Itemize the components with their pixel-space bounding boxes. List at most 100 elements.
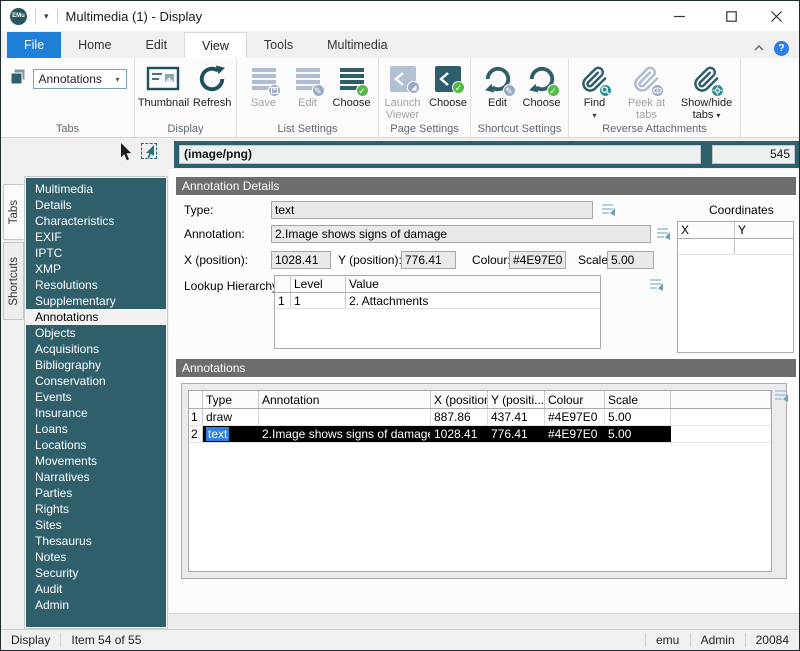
ribbon-group-page-settings: Launch Viewer ✓ Choose Page Settings bbox=[379, 58, 471, 137]
side-tab-tabs[interactable]: Tabs bbox=[3, 184, 24, 240]
find-attachments-button[interactable]: Find ▾ bbox=[574, 63, 616, 122]
y-position-field[interactable]: 776.41 bbox=[401, 251, 456, 269]
sidebar-item[interactable]: Objects bbox=[26, 325, 166, 341]
header-annotation[interactable]: Annotation bbox=[259, 391, 431, 408]
lookup-cell-level[interactable]: 1 bbox=[291, 293, 346, 308]
annotations-table[interactable]: Type Annotation X (position) Y (positi..… bbox=[188, 390, 772, 572]
sidebar-item[interactable]: Sites bbox=[26, 517, 166, 533]
list-edit-button[interactable]: ✎ Edit bbox=[287, 63, 329, 109]
cell-y-position[interactable]: 776.41 bbox=[488, 426, 545, 442]
ribbon-tab[interactable]: File bbox=[7, 32, 61, 58]
lookup-hierarchy-lookup-button[interactable] bbox=[649, 277, 666, 294]
coordinates-cell[interactable] bbox=[678, 239, 735, 254]
cell-colour[interactable]: #4E97E0 bbox=[545, 426, 605, 442]
titlebar-separator bbox=[35, 9, 36, 23]
cell-annotation[interactable]: 2.Image shows signs of damage bbox=[259, 426, 431, 442]
type-field[interactable]: text bbox=[271, 201, 593, 219]
sidebar-item[interactable]: Loans bbox=[26, 421, 166, 437]
sidebar-item[interactable]: Movements bbox=[26, 453, 166, 469]
list-save-button[interactable]: Save bbox=[243, 63, 285, 109]
sidebar-item[interactable]: Insurance bbox=[26, 405, 166, 421]
coordinates-cell[interactable] bbox=[735, 239, 793, 254]
ribbon-tab[interactable]: Multimedia bbox=[310, 32, 404, 58]
ribbon-tab[interactable]: Edit bbox=[129, 32, 185, 58]
sidebar-item[interactable]: Rights bbox=[26, 501, 166, 517]
refresh-button[interactable]: Refresh bbox=[191, 63, 233, 109]
header-x-position[interactable]: X (position) bbox=[431, 391, 488, 408]
sidebar-item[interactable]: Notes bbox=[26, 549, 166, 565]
annotation-field[interactable]: 2.Image shows signs of damage bbox=[271, 225, 651, 243]
annotations-table-row[interactable]: 2 text 2.Image shows signs of damage 102… bbox=[189, 426, 771, 443]
show-hide-tabs-button[interactable]: Show/hide tabs ▾ bbox=[678, 63, 736, 122]
page-choose-button[interactable]: ✓ Choose bbox=[427, 63, 469, 109]
sidebar-item[interactable]: Events bbox=[26, 389, 166, 405]
annotations-table-row[interactable]: 1 draw 887.86 437.41 #4E97E0 5.00 bbox=[189, 409, 771, 426]
sidebar-item[interactable]: Resolutions bbox=[26, 277, 166, 293]
cell-scale[interactable]: 5.00 bbox=[605, 409, 671, 425]
minimize-button[interactable] bbox=[657, 1, 701, 31]
side-tab-shortcuts[interactable]: Shortcuts bbox=[3, 242, 24, 320]
marquee-select-tool-button[interactable] bbox=[139, 141, 159, 161]
sidebar-item[interactable]: Conservation bbox=[26, 373, 166, 389]
cell-annotation[interactable] bbox=[259, 409, 431, 425]
sidebar-item[interactable]: Supplementary bbox=[26, 293, 166, 309]
ribbon-tab[interactable]: Tools bbox=[247, 32, 310, 58]
maximize-button[interactable] bbox=[709, 1, 753, 31]
sidebar-item[interactable]: Bibliography bbox=[26, 357, 166, 373]
tabs-combobox[interactable]: Annotations ▾ bbox=[33, 69, 127, 89]
ribbon-tab[interactable]: View bbox=[184, 32, 247, 58]
close-button[interactable] bbox=[754, 1, 798, 31]
status-item-count: Item 54 of 55 bbox=[61, 633, 151, 647]
chevron-up-icon[interactable] bbox=[753, 43, 765, 53]
sidebar-item[interactable]: Characteristics bbox=[26, 213, 166, 229]
sidebar-item[interactable]: XMP bbox=[26, 261, 166, 277]
sidebar-item[interactable]: IPTC bbox=[26, 245, 166, 261]
ribbon-tab[interactable]: Home bbox=[61, 32, 128, 58]
coordinates-table[interactable]: X Y bbox=[677, 221, 794, 353]
header-y-position[interactable]: Y (positi... bbox=[488, 391, 545, 408]
shortcut-edit-button[interactable]: ✎ Edit bbox=[477, 63, 519, 109]
launch-viewer-button[interactable]: Launch Viewer bbox=[380, 63, 425, 121]
cell-scale[interactable]: 5.00 bbox=[605, 426, 671, 442]
header-scale[interactable]: Scale bbox=[605, 391, 671, 408]
cell-x-position[interactable]: 1028.41 bbox=[431, 426, 488, 442]
sidebar-item[interactable]: Security bbox=[26, 565, 166, 581]
annotation-lookup-button[interactable] bbox=[656, 226, 673, 243]
cell-y-position[interactable]: 437.41 bbox=[488, 409, 545, 425]
sidebar-item[interactable]: Details bbox=[26, 197, 166, 213]
header-colour[interactable]: Colour bbox=[545, 391, 605, 408]
lookup-list-icon bbox=[774, 388, 791, 405]
colour-field[interactable]: #4E97E0 bbox=[509, 251, 566, 269]
cell-type[interactable]: text bbox=[203, 426, 259, 442]
sidebar-item[interactable]: Multimedia bbox=[26, 181, 166, 197]
pointer-tool-button[interactable] bbox=[116, 142, 136, 162]
sidebar-item[interactable]: Admin bbox=[26, 597, 166, 613]
sidebar-item[interactable]: Parties bbox=[26, 485, 166, 501]
sidebar-item[interactable]: Narratives bbox=[26, 469, 166, 485]
cell-type[interactable]: draw bbox=[203, 409, 259, 425]
peek-at-tabs-button[interactable]: Peek at tabs bbox=[618, 63, 676, 121]
media-count-field[interactable]: 545 bbox=[712, 145, 795, 164]
cell-colour[interactable]: #4E97E0 bbox=[545, 409, 605, 425]
x-position-field[interactable]: 1028.41 bbox=[271, 251, 331, 269]
thumbnail-button[interactable]: Thumbnail bbox=[138, 63, 189, 109]
annotations-lookup-button[interactable] bbox=[774, 388, 791, 405]
help-icon[interactable]: ? bbox=[774, 41, 789, 56]
sidebar-item[interactable]: Acquisitions bbox=[26, 341, 166, 357]
sidebar-item[interactable]: Annotations bbox=[26, 309, 166, 325]
sidebar-item[interactable]: Audit bbox=[26, 581, 166, 597]
quick-access-caret-icon[interactable]: ▾ bbox=[44, 11, 49, 22]
combo-caret-icon[interactable]: ▾ bbox=[110, 75, 126, 84]
header-type[interactable]: Type bbox=[203, 391, 259, 408]
shortcut-choose-button[interactable]: ✓ Choose bbox=[521, 63, 563, 109]
cell-x-position[interactable]: 887.86 bbox=[431, 409, 488, 425]
sidebar-item[interactable]: EXIF bbox=[26, 229, 166, 245]
lookup-hierarchy-table[interactable]: Level Value 1 1 2. Attachments bbox=[274, 275, 601, 349]
lookup-cell-value[interactable]: 2. Attachments bbox=[346, 293, 600, 308]
media-type-field[interactable]: (image/png) bbox=[179, 145, 701, 164]
scale-field[interactable]: 5.00 bbox=[607, 251, 654, 269]
sidebar-item[interactable]: Thesaurus bbox=[26, 533, 166, 549]
list-choose-button[interactable]: ✓ Choose bbox=[331, 63, 373, 109]
type-lookup-button[interactable] bbox=[601, 202, 618, 219]
sidebar-item[interactable]: Locations bbox=[26, 437, 166, 453]
